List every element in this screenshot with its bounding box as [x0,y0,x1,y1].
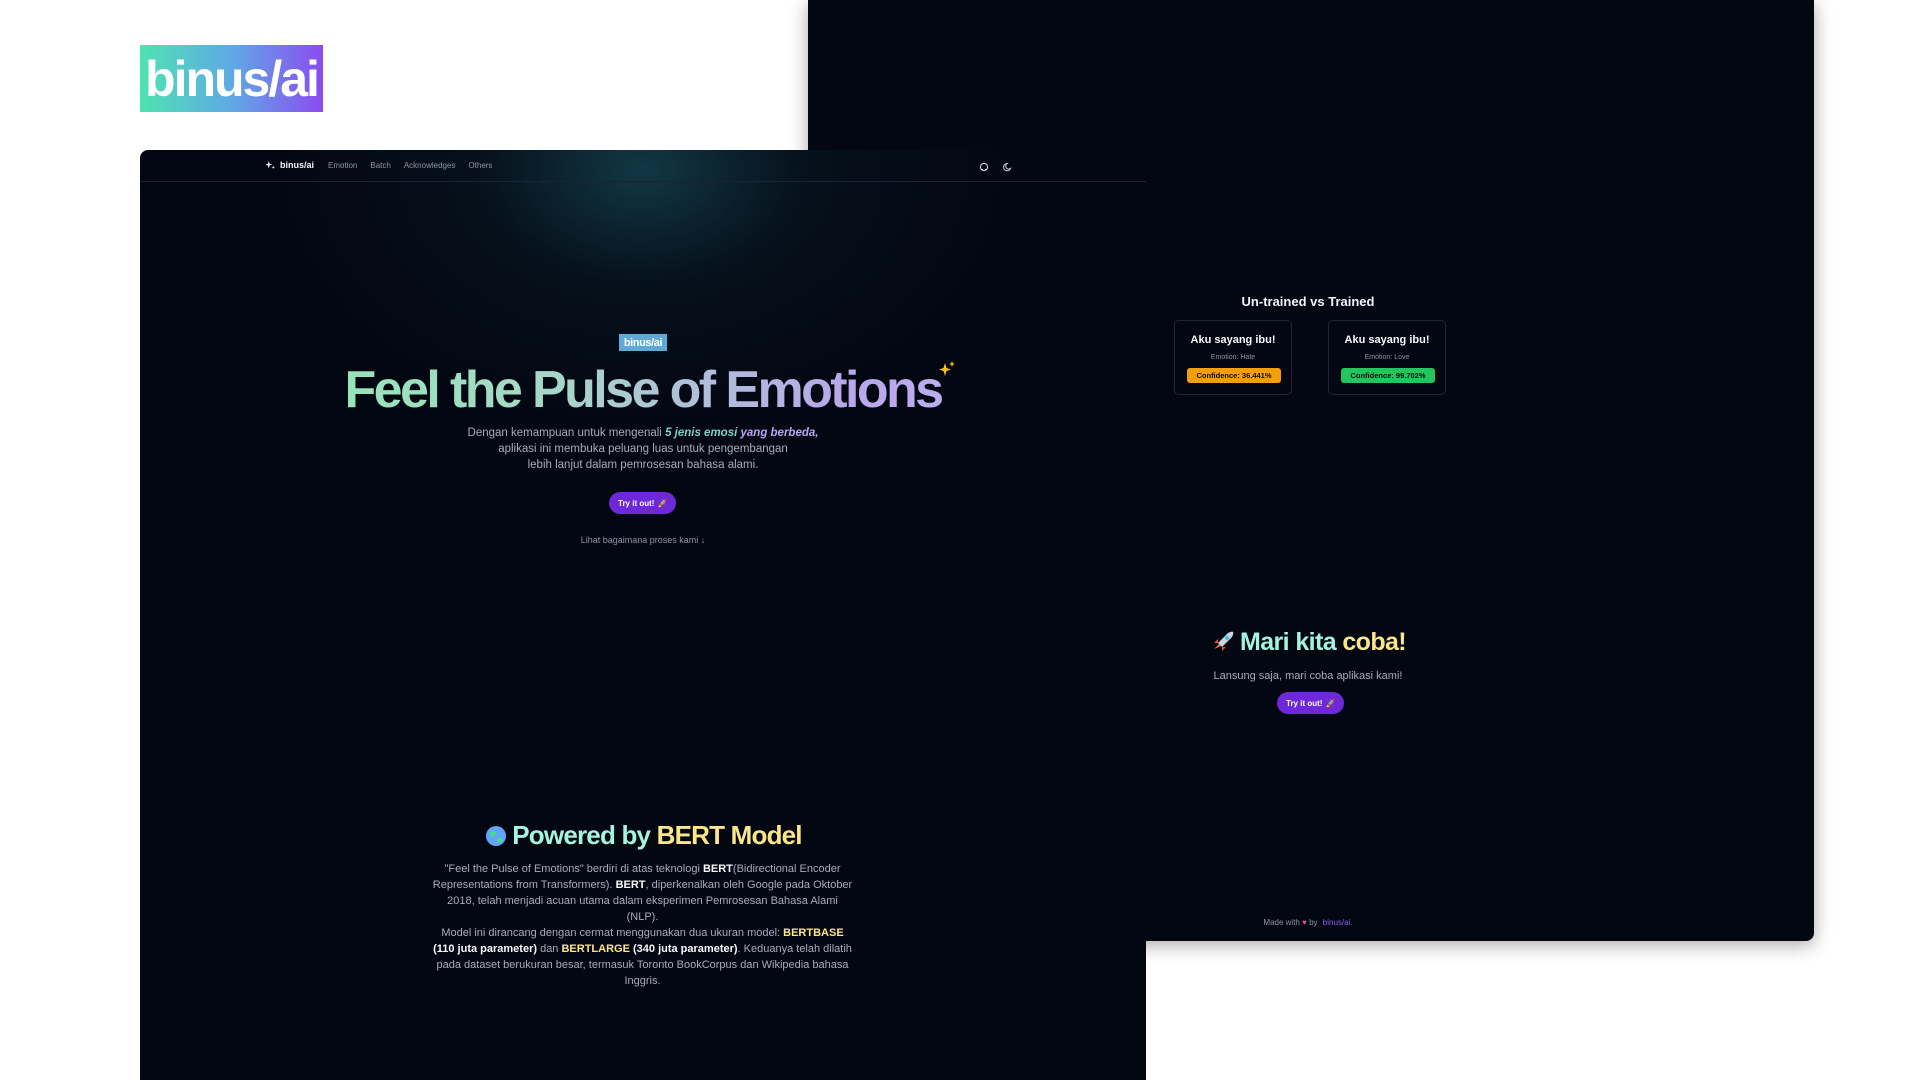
hero-highlight-b: yang berbeda, [740,427,819,439]
nav-link-others[interactable]: Others [468,161,492,170]
nav-link-acknowledges[interactable]: Acknowledges [404,161,456,170]
hero-title: Feel the Pulse of Emotions [140,360,1146,420]
footer-by: by [1309,918,1318,927]
text-bold: BERT [702,863,733,875]
button-label: Try it out! [1286,698,1323,708]
scroll-hint-link[interactable]: Lihat bagaimana proses kami ↓ [140,535,1146,545]
bert-title-a: Powered by [512,820,657,850]
bert-section-title: Powered by BERT Model [140,820,1146,851]
globe-icon [484,824,508,848]
try-subtitle: Lansung saja, mari coba aplikasi kami! [1213,670,1403,682]
text: "Feel the Pulse of Emotions" berdiri di … [444,863,703,875]
text-bold: BERT [615,879,646,891]
github-icon[interactable] [979,159,989,172]
nav-icons [979,159,1013,172]
screenshot-window-front: binus/ai Emotion Batch Acknowledges Othe… [140,150,1146,1080]
card-text: Aku sayang ibu! [1344,334,1430,346]
rocket-icon: 🚀 [657,498,668,508]
nav-brand-label: binus/ai [280,160,315,170]
rocket-icon: 🚀 [1325,698,1336,708]
comparison-card-untrained: Aku sayang ibu! Emotion: Hate Confidence… [1174,320,1292,395]
text: dan [537,943,562,955]
comparison-card-trained: Aku sayang ibu! Emotion: Love Confidence… [1328,320,1446,395]
sparkle-icon [266,160,275,169]
rocket-icon [1210,629,1236,653]
bert-title-b: BERT Model [656,820,803,850]
navbar: binus/ai Emotion Batch Acknowledges Othe… [140,150,1146,182]
hero-badge-text: binus/ai [623,336,663,349]
nav-brand[interactable]: binus/ai [266,160,314,170]
footer-text: Made with [1263,918,1300,927]
text-bold: (110 juta parameter) [433,943,538,955]
hero-badge: binus/ai [619,334,667,351]
footer-brand-link[interactable]: binus/ai. [1323,918,1353,927]
text-bold: BERTLARGE [561,943,630,955]
text-bold: (340 juta parameter) [633,943,738,955]
nav-link-emotion[interactable]: Emotion [328,161,357,170]
hero-try-button[interactable]: Try it out! 🚀 [609,492,677,514]
canvas: binus/ai Un-trained vs Trained Aku sayan… [0,0,1921,1080]
card-emotion: Emotion: Love [1364,354,1410,361]
hero-sub-line3: lebih lanjut dalam pemrosesan bahasa ala… [527,459,759,471]
hero-subtitle: Dengan kemampuan untuk mengenali 5 jenis… [140,425,1146,473]
confidence-badge: Confidence: 36.441% [1187,368,1281,383]
heart-icon: ♥ [1302,918,1307,927]
hero-sub-line2: aplikasi ini membuka peluang luas untuk … [498,443,788,455]
try-it-out-button[interactable]: Try it out! 🚀 [1277,692,1345,714]
try-section-title: Mari kita coba! [1173,628,1443,657]
moon-icon[interactable] [1003,159,1013,172]
bert-paragraph-1: "Feel the Pulse of Emotions" berdiri di … [430,861,855,925]
text-bold: BERTBASE [783,927,844,939]
nav-link-batch[interactable]: Batch [370,161,390,170]
card-text: Aku sayang ibu! [1190,334,1276,346]
text: Model ini dirancang dengan cermat menggu… [441,927,784,939]
hero-sub-text: Dengan kemampuan untuk mengenali [467,427,666,439]
footer: Made with ♥ by binus/ai. [1173,918,1443,927]
button-label: Try it out! [618,498,655,508]
comparison-title: Un-trained vs Trained [1241,294,1375,309]
nav-links: Emotion Batch Acknowledges Others [328,161,492,170]
card-emotion: Emotion: Hate [1210,354,1256,361]
brand-logo-text: binus/ai [145,50,320,107]
try-title-a: Mari kita [1239,628,1343,656]
hero-highlight-a: 5 jenis emosi [665,427,741,439]
brand-logo: binus/ai [140,45,323,112]
bert-paragraph-2: Model ini dirancang dengan cermat menggu… [430,925,855,989]
try-title-b: coba! [1342,628,1407,656]
sparkles-icon [939,361,955,376]
confidence-badge: Confidence: 99.702% [1341,368,1435,383]
